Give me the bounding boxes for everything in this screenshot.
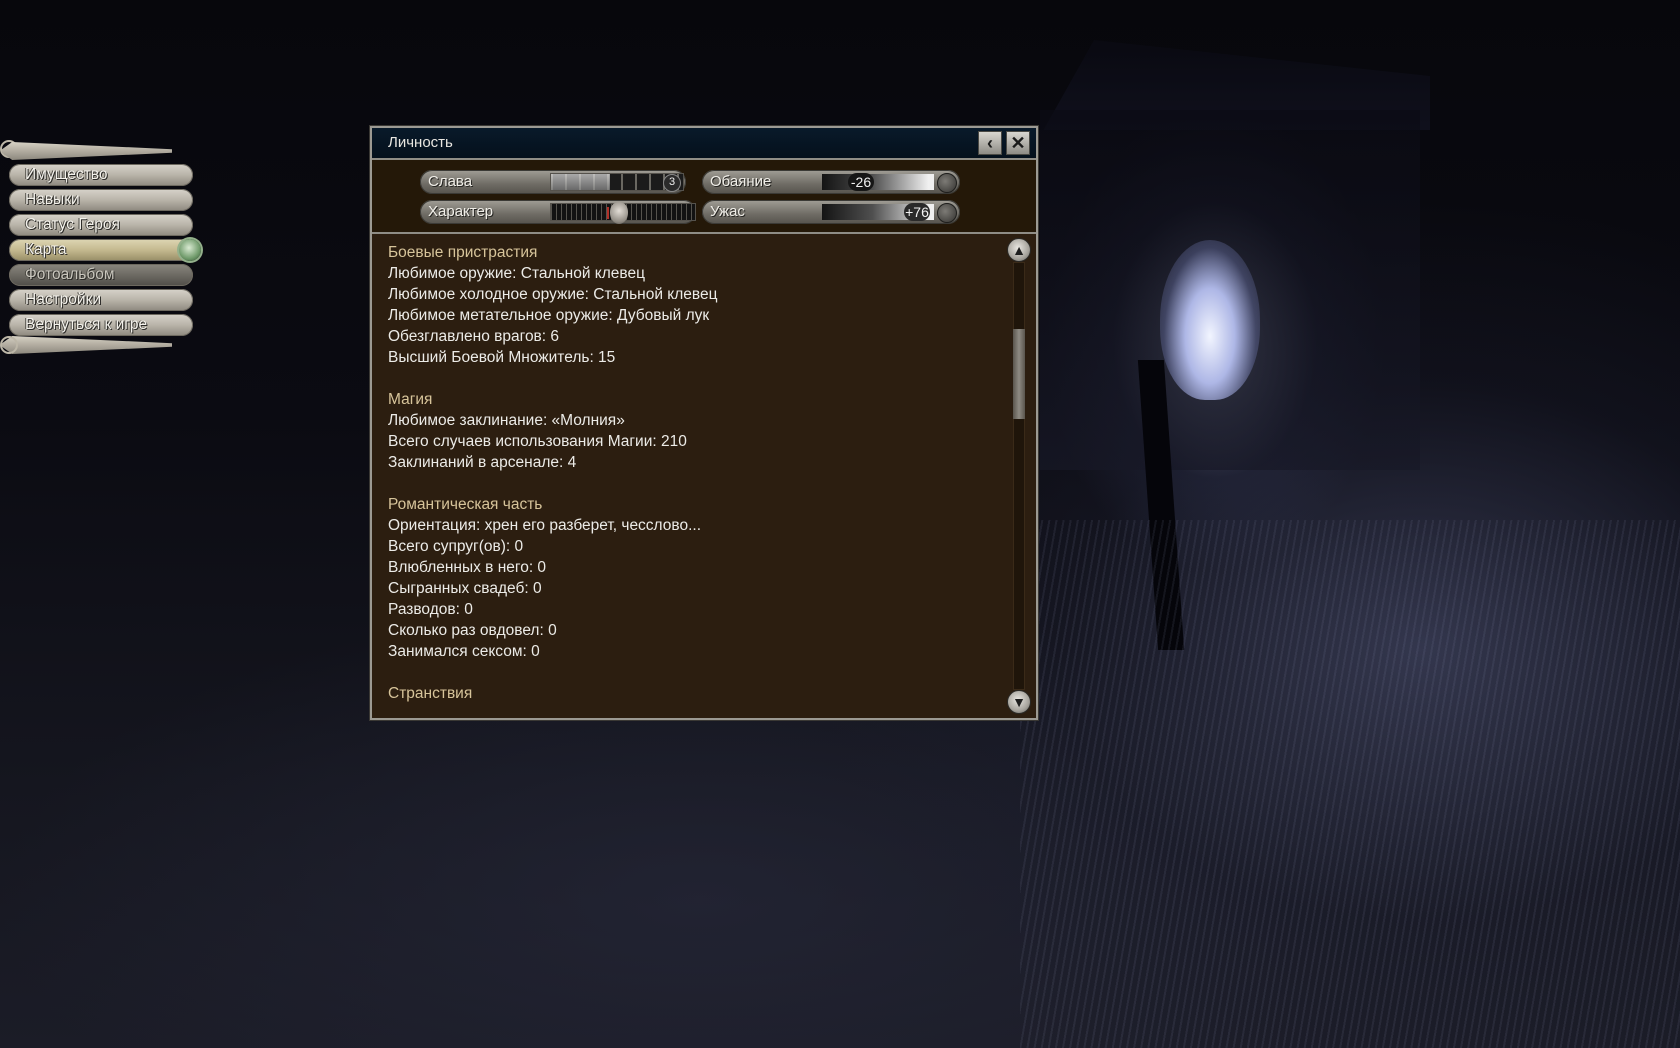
stat-fame-label: Слава [428, 173, 473, 190]
triangle-up-icon: ▲ [1012, 242, 1026, 258]
menu-scroll-bottom [2, 336, 172, 354]
horror-value: +76 [904, 203, 930, 221]
charm-gauge: -26 [822, 173, 934, 191]
window-title: Личность [388, 134, 453, 151]
menu-item-return-to-game[interactable]: Вернуться к игре [9, 314, 193, 336]
stat-charm-label: Обаяние [710, 173, 772, 190]
lantern-glow [1160, 240, 1260, 400]
menu-item-map[interactable]: Карта [9, 239, 201, 261]
scroll-down-button[interactable]: ▼ [1007, 690, 1031, 714]
text-line: Занимался сексом: 0 [388, 643, 540, 660]
stat-charm: Обаяние -26 [702, 170, 960, 194]
scrollbar-track[interactable] [1013, 262, 1025, 690]
text-line: Влюбленных в него: 0 [388, 559, 547, 576]
text-line: Заклинаний в арсенале: 4 [388, 454, 577, 471]
section-heading-travel: Странствия [388, 685, 473, 702]
scrollbar-thumb[interactable] [1013, 329, 1025, 419]
scroll-up-button[interactable]: ▲ [1007, 238, 1031, 262]
character-marker [607, 207, 609, 219]
menu-item-map-label: Карта [25, 241, 67, 258]
pause-menu: Имущество Навыки Статус Героя Карта Фото… [0, 128, 205, 376]
text-line: Обезглавлено врагов: 6 [388, 328, 560, 345]
section-heading-romance: Романтическая часть [388, 496, 543, 513]
stat-horror: Ужас +76 [702, 200, 960, 224]
stat-horror-label: Ужас [710, 203, 745, 220]
fame-meter: 3 [550, 173, 684, 192]
menu-item-skills[interactable]: Навыки [9, 189, 193, 211]
text-line: Любимое заклинание: «Молния» [388, 412, 625, 429]
close-button[interactable]: ✕ [1006, 131, 1030, 155]
text-line: Всего супруг(ов): 0 [388, 538, 524, 555]
chevron-left-icon: ‹ [987, 133, 993, 153]
text-line: Высший Боевой Множитель: 15 [388, 349, 616, 366]
stat-character: Характер [420, 200, 696, 224]
menu-item-photo-album[interactable]: Фотоальбом [9, 264, 193, 286]
text-line: Сколько раз овдовел: 0 [388, 622, 557, 639]
text-line: Любимое оружие: Стальной клевец [388, 265, 645, 282]
text-line: Разводов: 0 [388, 601, 473, 618]
section-heading-magic: Магия [388, 391, 433, 408]
window-titlebar: Личность ‹ ✕ [372, 128, 1036, 160]
menu-scroll-top [2, 142, 172, 160]
stats-panel: Слава 3 Характер Обаяние -26 Ужас +76 [372, 160, 1036, 234]
scroll-curl-icon [0, 336, 18, 354]
horror-gauge: +76 [822, 203, 934, 221]
text-line: Сыгранных свадеб: 0 [388, 580, 542, 597]
stat-character-label: Характер [428, 203, 494, 220]
menu-item-hero-status[interactable]: Статус Героя [9, 214, 193, 236]
fame-level-badge: 3 [663, 174, 681, 192]
text-line: Любимое холодное оружие: Стальной клевец [388, 286, 718, 303]
text-line: Всего случаев использования Магии: 210 [388, 433, 687, 450]
stat-fame: Слава 3 [420, 170, 686, 194]
menu-item-inventory[interactable]: Имущество [9, 164, 193, 186]
text-line: Ориентация: хрен его разберет, чесслово.… [388, 517, 701, 534]
triangle-down-icon: ▼ [1012, 694, 1026, 710]
close-icon: ✕ [1010, 133, 1026, 153]
charm-value: -26 [848, 173, 874, 191]
selection-gem-icon [179, 239, 201, 261]
gauge-end-icon [937, 203, 957, 223]
vertical-scrollbar[interactable]: ▲ ▼ [1006, 238, 1032, 714]
stats-text: Боевые пристрастия Любимое оружие: Сталь… [388, 242, 958, 704]
grass-field [1020, 520, 1680, 1048]
character-meter [550, 202, 696, 224]
back-button[interactable]: ‹ [978, 131, 1002, 155]
personality-window: Личность ‹ ✕ Слава 3 Характер Обаяние -2 [370, 126, 1038, 720]
face-icon [609, 202, 628, 224]
text-line: Любимое метательное оружие: Дубовый лук [388, 307, 710, 324]
gauge-end-icon [937, 173, 957, 193]
menu-item-settings[interactable]: Настройки [9, 289, 193, 311]
section-heading-combat: Боевые пристрастия [388, 244, 538, 261]
stats-content[interactable]: Боевые пристрастия Любимое оружие: Сталь… [372, 234, 1036, 718]
fame-meter-fill [551, 174, 611, 190]
